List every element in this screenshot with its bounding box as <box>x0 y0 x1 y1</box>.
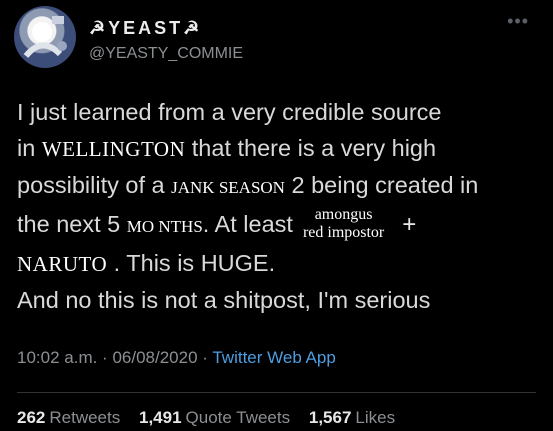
tweet-line-2: in WELLINGTON that there is a very high <box>17 130 547 167</box>
likes-count: 1,567 <box>308 408 352 427</box>
tweet-line-3-post: 2 being created in <box>284 172 479 198</box>
stack-bottom: red impostor <box>302 224 385 241</box>
tweet-line-3-pre: possibility of a <box>17 172 172 198</box>
quotes-label: Quote Tweets <box>185 408 291 427</box>
city-overlay: WELLINGTON <box>41 137 186 161</box>
retweets-count: 262 <box>17 408 46 427</box>
months-overlay: MO NTHS <box>126 217 203 236</box>
tweet-line-6: And no this is not a shitpost, I'm serio… <box>17 287 431 313</box>
tweet-line-3: possibility of a JANK SEASON 2 being cre… <box>17 167 547 206</box>
meta-separator: · <box>197 348 213 367</box>
avatar-art-icon <box>23 16 67 58</box>
tweet-line-4-post: . At least <box>202 211 293 237</box>
tweet-date[interactable]: 06/08/2020 <box>112 348 197 367</box>
tweet-meta: 10:02 a.m. · 06/08/2020 · Twitter Web Ap… <box>17 348 336 368</box>
tweet-line-4-pre: the next 5 <box>17 211 127 237</box>
likes-label: Likes <box>355 408 396 427</box>
quotes-count: 1,491 <box>138 408 182 427</box>
retweets-stat[interactable]: 262 Retweets <box>17 408 120 427</box>
quote-tweets-stat[interactable]: 1,491 Quote Tweets <box>139 408 290 427</box>
show-overlay: JANK SEASON <box>171 178 285 197</box>
meta-separator: · <box>97 348 113 367</box>
likes-stat[interactable]: 1,567 Likes <box>309 408 395 427</box>
tweet-text: I just learned from a very credible sour… <box>17 94 547 318</box>
tweet-header: ☭YEAST☭ @YEASTY_COMMIE ••• <box>14 6 539 76</box>
tweet-time[interactable]: 10:02 a.m. <box>17 348 97 367</box>
display-name[interactable]: ☭YEAST☭ <box>89 18 202 39</box>
plus-sign: + <box>402 211 417 238</box>
more-icon[interactable]: ••• <box>507 11 529 32</box>
tweet-line-5: NARUTO . This is HUGE. <box>17 245 547 282</box>
tweet-line-5-post: . This is HUGE. <box>107 250 276 276</box>
amongus-overlay: amongus red impostor <box>303 206 384 242</box>
avatar[interactable] <box>14 6 76 68</box>
tweet-stats: 262 Retweets 1,491 Quote Tweets 1,567 Likes <box>17 408 409 428</box>
naruto-overlay: NARUTO <box>17 252 108 276</box>
tweet-line-2-post: that there is a very high <box>185 135 437 161</box>
client-app-link[interactable]: Twitter Web App <box>212 348 335 367</box>
retweets-label: Retweets <box>49 408 121 427</box>
tweet-line-1: I just learned from a very credible sour… <box>17 99 442 125</box>
tweet-line-4: the next 5 MO NTHS. At least amongus red i… <box>17 206 547 245</box>
stack-top: amongus <box>314 206 373 223</box>
tweet-line-2-pre: in <box>17 135 42 161</box>
divider <box>17 392 536 393</box>
user-handle[interactable]: @YEASTY_COMMIE <box>89 45 243 63</box>
